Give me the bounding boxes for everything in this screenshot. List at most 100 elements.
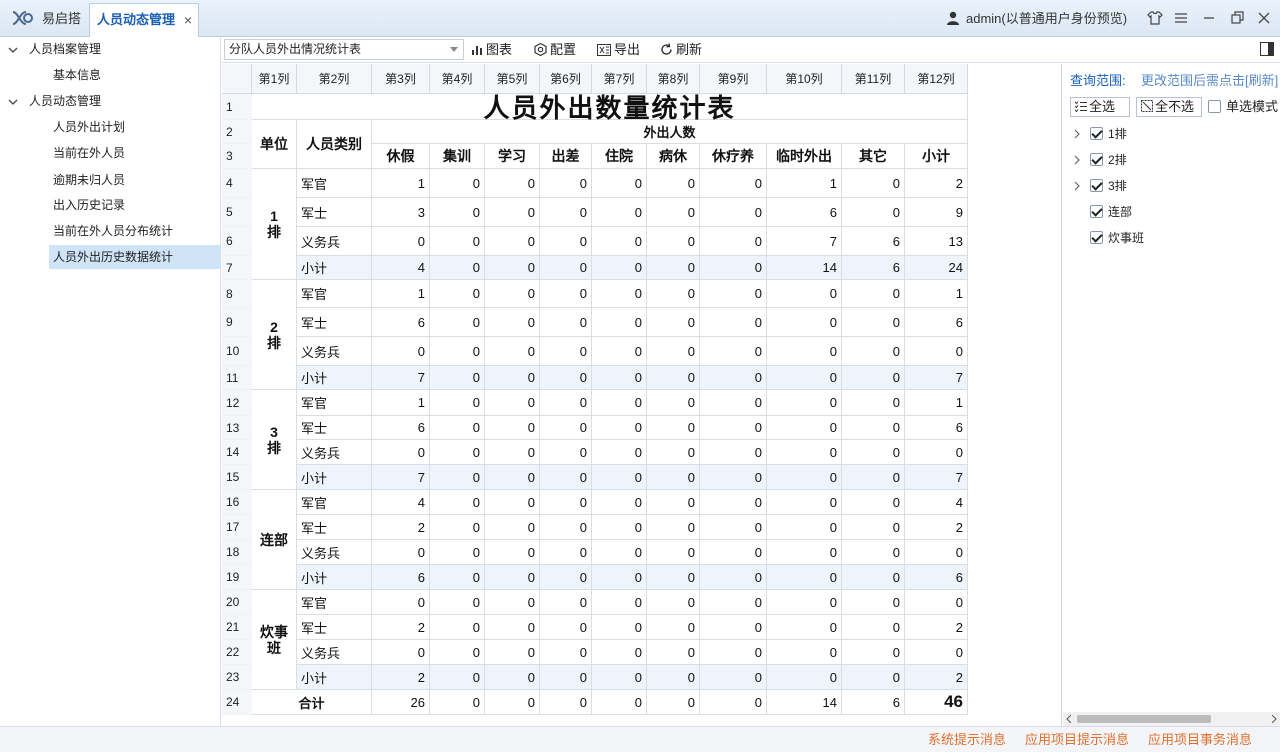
value-cell[interactable]: 0 <box>700 198 767 227</box>
value-cell[interactable]: 1 <box>767 169 842 198</box>
value-cell[interactable]: 0 <box>842 198 905 227</box>
value-cell[interactable]: 0 <box>767 416 842 440</box>
person-type-cell[interactable]: 义务兵 <box>297 640 372 665</box>
value-cell[interactable]: 0 <box>592 390 647 416</box>
person-type-cell[interactable]: 小计 <box>297 366 372 390</box>
header-category[interactable]: 集训 <box>430 144 485 169</box>
value-cell[interactable]: 0 <box>767 366 842 390</box>
row-number[interactable]: 5 <box>222 198 252 227</box>
value-cell[interactable]: 0 <box>767 490 842 515</box>
value-cell[interactable]: 0 <box>485 665 540 690</box>
total-value-cell[interactable]: 46 <box>905 690 968 715</box>
value-cell[interactable]: 0 <box>430 256 485 280</box>
value-cell[interactable]: 0 <box>842 590 905 615</box>
row-number[interactable]: 20 <box>222 590 252 615</box>
value-cell[interactable]: 7 <box>767 227 842 256</box>
value-cell[interactable]: 0 <box>540 640 592 665</box>
value-cell[interactable]: 2 <box>905 665 968 690</box>
value-cell[interactable]: 9 <box>905 198 968 227</box>
sidebar-item-outing-plan[interactable]: 人员外出计划 <box>53 116 125 138</box>
total-label[interactable]: 合计 <box>252 690 372 715</box>
header-category[interactable]: 其它 <box>842 144 905 169</box>
value-cell[interactable]: 6 <box>372 565 430 590</box>
column-header[interactable]: 第12列 <box>905 64 968 94</box>
value-cell[interactable]: 0 <box>767 590 842 615</box>
value-cell[interactable]: 0 <box>767 440 842 465</box>
value-cell[interactable]: 4 <box>905 490 968 515</box>
value-cell[interactable]: 0 <box>485 169 540 198</box>
value-cell[interactable]: 0 <box>767 465 842 490</box>
value-cell[interactable]: 0 <box>647 390 700 416</box>
sidebar-item-currently-out[interactable]: 当前在外人员 <box>53 142 125 164</box>
value-cell[interactable]: 0 <box>485 440 540 465</box>
value-cell[interactable]: 0 <box>592 256 647 280</box>
row-number[interactable]: 3 <box>222 144 252 169</box>
person-type-cell[interactable]: 小计 <box>297 465 372 490</box>
menu-icon[interactable] <box>1172 9 1190 27</box>
value-cell[interactable]: 0 <box>430 665 485 690</box>
row-number[interactable]: 11 <box>222 366 252 390</box>
value-cell[interactable]: 0 <box>842 390 905 416</box>
value-cell[interactable]: 0 <box>540 337 592 366</box>
value-cell[interactable]: 0 <box>372 337 430 366</box>
value-cell[interactable]: 0 <box>592 615 647 640</box>
person-type-cell[interactable]: 军士 <box>297 308 372 337</box>
person-type-cell[interactable]: 军官 <box>297 490 372 515</box>
value-cell[interactable]: 0 <box>540 227 592 256</box>
value-cell[interactable]: 0 <box>485 490 540 515</box>
column-header[interactable]: 第1列 <box>252 64 297 94</box>
value-cell[interactable]: 0 <box>842 465 905 490</box>
column-header[interactable]: 第2列 <box>297 64 372 94</box>
value-cell[interactable]: 0 <box>592 665 647 690</box>
value-cell[interactable]: 0 <box>592 465 647 490</box>
value-cell[interactable]: 0 <box>647 280 700 308</box>
column-header[interactable]: 第11列 <box>842 64 905 94</box>
value-cell[interactable]: 0 <box>485 465 540 490</box>
row-number[interactable]: 12 <box>222 390 252 416</box>
row-number[interactable]: 10 <box>222 337 252 366</box>
person-type-cell[interactable]: 义务兵 <box>297 440 372 465</box>
value-cell[interactable]: 2 <box>372 515 430 540</box>
header-unit[interactable]: 单位 <box>252 120 297 169</box>
value-cell[interactable]: 0 <box>430 590 485 615</box>
value-cell[interactable]: 0 <box>485 366 540 390</box>
value-cell[interactable]: 6 <box>842 227 905 256</box>
value-cell[interactable]: 7 <box>905 366 968 390</box>
panel-toggle-icon[interactable] <box>1260 42 1274 56</box>
value-cell[interactable]: 6 <box>372 308 430 337</box>
value-cell[interactable]: 0 <box>767 565 842 590</box>
value-cell[interactable]: 0 <box>430 515 485 540</box>
row-number[interactable]: 18 <box>222 540 252 565</box>
total-value-cell[interactable]: 6 <box>842 690 905 715</box>
value-cell[interactable]: 0 <box>647 366 700 390</box>
row-number[interactable]: 22 <box>222 640 252 665</box>
value-cell[interactable]: 0 <box>700 465 767 490</box>
column-header[interactable]: 第3列 <box>372 64 430 94</box>
value-cell[interactable]: 0 <box>485 540 540 565</box>
value-cell[interactable]: 4 <box>372 490 430 515</box>
value-cell[interactable]: 0 <box>647 540 700 565</box>
value-cell[interactable]: 0 <box>540 565 592 590</box>
value-cell[interactable]: 0 <box>842 540 905 565</box>
value-cell[interactable]: 0 <box>700 337 767 366</box>
minimize-icon[interactable] <box>1200 9 1218 27</box>
value-cell[interactable]: 6 <box>372 416 430 440</box>
value-cell[interactable]: 0 <box>647 198 700 227</box>
row-number[interactable]: 9 <box>222 308 252 337</box>
value-cell[interactable]: 6 <box>842 256 905 280</box>
tree-node[interactable]: 2排 <box>1071 150 1271 170</box>
row-number[interactable]: 13 <box>222 416 252 440</box>
system-message-link[interactable]: 系统提示消息 <box>928 727 1006 753</box>
unit-name[interactable]: 1 排 <box>252 169 297 280</box>
value-cell[interactable]: 7 <box>372 366 430 390</box>
tree-node-checkbox[interactable] <box>1090 179 1103 192</box>
select-none-button[interactable]: 全不选 <box>1136 97 1202 117</box>
value-cell[interactable]: 0 <box>430 366 485 390</box>
app-message-link[interactable]: 应用项目提示消息 <box>1025 727 1129 753</box>
value-cell[interactable]: 0 <box>485 337 540 366</box>
total-value-cell[interactable]: 0 <box>592 690 647 715</box>
row-number[interactable]: 7 <box>222 256 252 280</box>
value-cell[interactable]: 0 <box>540 390 592 416</box>
value-cell[interactable]: 14 <box>767 256 842 280</box>
value-cell[interactable]: 1 <box>905 390 968 416</box>
